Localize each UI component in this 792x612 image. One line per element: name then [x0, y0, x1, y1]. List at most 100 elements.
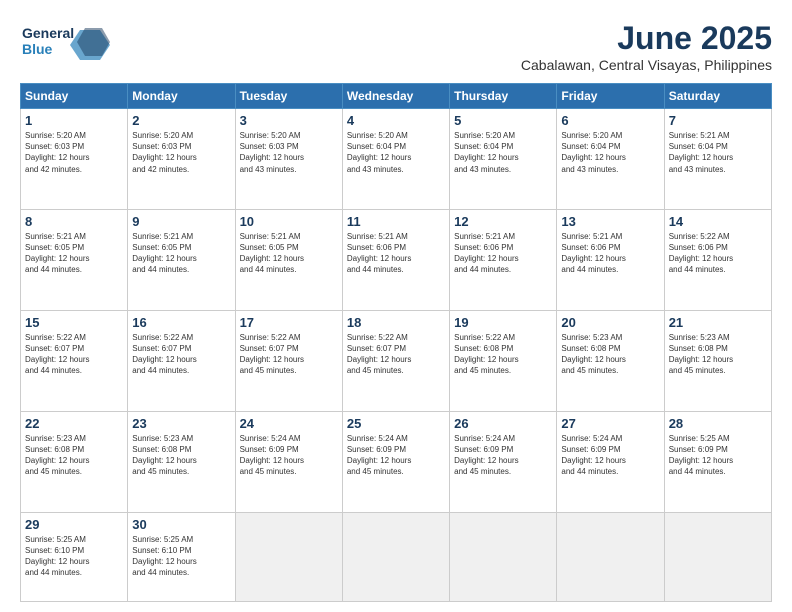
day-info: Sunrise: 5:22 AM Sunset: 6:06 PM Dayligh… — [669, 231, 767, 276]
day-number: 25 — [347, 416, 445, 431]
table-cell: 2Sunrise: 5:20 AM Sunset: 6:03 PM Daylig… — [128, 109, 235, 210]
header-thursday: Thursday — [450, 84, 557, 109]
day-number: 19 — [454, 315, 552, 330]
table-cell: 21 Sunrise: 5:23 AM Sunset: 6:08 PM Dayli… — [664, 310, 771, 411]
day-number: 24 — [240, 416, 338, 431]
table-cell: 13 Sunrise: 5:21 AM Sunset: 6:06 PM Dayli… — [557, 209, 664, 310]
day-number: 6 — [561, 113, 659, 128]
day-info: Sunrise: 5:24 AM Sunset: 6:09 PM Dayligh… — [240, 433, 338, 478]
day-number: 4 — [347, 113, 445, 128]
table-cell: 24 Sunrise: 5:24 AM Sunset: 6:09 PM Dayli… — [235, 411, 342, 512]
day-info: Sunrise: 5:21 AM Sunset: 6:06 PM Dayligh… — [454, 231, 552, 276]
table-cell: 3 Sunrise: 5:20 AM Sunset: 6:03 PM Daylig… — [235, 109, 342, 210]
table-cell: 30Sunrise: 5:25 AM Sunset: 6:10 PM Dayli… — [128, 512, 235, 601]
day-info: Sunrise: 5:21 AM Sunset: 6:05 PM Dayligh… — [25, 231, 123, 276]
table-cell — [664, 512, 771, 601]
day-number: 22 — [25, 416, 123, 431]
day-info: Sunrise: 5:25 AM Sunset: 6:10 PM Dayligh… — [132, 534, 230, 579]
day-number: 29 — [25, 517, 123, 532]
day-info: Sunrise: 5:24 AM Sunset: 6:09 PM Dayligh… — [561, 433, 659, 478]
day-number: 2 — [132, 113, 230, 128]
day-info: Sunrise: 5:21 AM Sunset: 6:06 PM Dayligh… — [347, 231, 445, 276]
table-cell: 26 Sunrise: 5:24 AM Sunset: 6:09 PM Dayli… — [450, 411, 557, 512]
day-number: 16 — [132, 315, 230, 330]
calendar-title: June 2025 — [521, 20, 772, 57]
day-info: Sunrise: 5:23 AM Sunset: 6:08 PM Dayligh… — [25, 433, 123, 478]
header-monday: Monday — [128, 84, 235, 109]
table-cell: 8 Sunrise: 5:21 AM Sunset: 6:05 PM Daylig… — [21, 209, 128, 310]
day-info: Sunrise: 5:21 AM Sunset: 6:05 PM Dayligh… — [132, 231, 230, 276]
day-info: Sunrise: 5:25 AM Sunset: 6:10 PM Dayligh… — [25, 534, 123, 579]
title-block: June 2025 Cabalawan, Central Visayas, Ph… — [521, 20, 772, 73]
table-cell: 9 Sunrise: 5:21 AM Sunset: 6:05 PM Daylig… — [128, 209, 235, 310]
table-cell: 29 Sunrise: 5:25 AM Sunset: 6:10 PM Dayli… — [21, 512, 128, 601]
day-number: 10 — [240, 214, 338, 229]
logo: General Blue — [20, 20, 110, 62]
day-info: Sunrise: 5:21 AM Sunset: 6:06 PM Dayligh… — [561, 231, 659, 276]
day-info: Sunrise: 5:23 AM Sunset: 6:08 PM Dayligh… — [132, 433, 230, 478]
calendar-table: Sunday Monday Tuesday Wednesday Thursday… — [20, 83, 772, 602]
svg-text:General: General — [22, 25, 74, 41]
day-info: Sunrise: 5:20 AM Sunset: 6:03 PM Dayligh… — [240, 130, 338, 175]
table-cell: 19 Sunrise: 5:22 AM Sunset: 6:08 PM Dayli… — [450, 310, 557, 411]
day-info: Sunrise: 5:24 AM Sunset: 6:09 PM Dayligh… — [347, 433, 445, 478]
day-number: 14 — [669, 214, 767, 229]
day-number: 20 — [561, 315, 659, 330]
header-saturday: Saturday — [664, 84, 771, 109]
day-info: Sunrise: 5:23 AM Sunset: 6:08 PM Dayligh… — [669, 332, 767, 377]
table-cell: 18 Sunrise: 5:22 AM Sunset: 6:07 PM Dayli… — [342, 310, 449, 411]
day-number: 5 — [454, 113, 552, 128]
day-info: Sunrise: 5:22 AM Sunset: 6:07 PM Dayligh… — [25, 332, 123, 377]
table-cell — [557, 512, 664, 601]
day-info: Sunrise: 5:22 AM Sunset: 6:07 PM Dayligh… — [132, 332, 230, 377]
day-number: 17 — [240, 315, 338, 330]
day-info: Sunrise: 5:24 AM Sunset: 6:09 PM Dayligh… — [454, 433, 552, 478]
header: General Blue June 2025 Cabalawan, Centra… — [20, 20, 772, 73]
day-number: 21 — [669, 315, 767, 330]
day-number: 9 — [132, 214, 230, 229]
calendar-subtitle: Cabalawan, Central Visayas, Philippines — [521, 57, 772, 73]
header-wednesday: Wednesday — [342, 84, 449, 109]
day-info: Sunrise: 5:20 AM Sunset: 6:04 PM Dayligh… — [347, 130, 445, 175]
svg-text:Blue: Blue — [22, 41, 53, 57]
table-cell — [235, 512, 342, 601]
day-info: Sunrise: 5:20 AM Sunset: 6:04 PM Dayligh… — [454, 130, 552, 175]
day-info: Sunrise: 5:21 AM Sunset: 6:05 PM Dayligh… — [240, 231, 338, 276]
header-sunday: Sunday — [21, 84, 128, 109]
day-number: 12 — [454, 214, 552, 229]
day-number: 18 — [347, 315, 445, 330]
day-info: Sunrise: 5:22 AM Sunset: 6:07 PM Dayligh… — [240, 332, 338, 377]
table-cell: 1Sunrise: 5:20 AM Sunset: 6:03 PM Daylig… — [21, 109, 128, 210]
page: General Blue June 2025 Cabalawan, Centra… — [0, 0, 792, 612]
header-friday: Friday — [557, 84, 664, 109]
table-cell — [342, 512, 449, 601]
day-info: Sunrise: 5:21 AM Sunset: 6:04 PM Dayligh… — [669, 130, 767, 175]
day-number: 23 — [132, 416, 230, 431]
table-cell: 7 Sunrise: 5:21 AM Sunset: 6:04 PM Daylig… — [664, 109, 771, 210]
table-cell: 11Sunrise: 5:21 AM Sunset: 6:06 PM Dayli… — [342, 209, 449, 310]
table-cell: 27 Sunrise: 5:24 AM Sunset: 6:09 PM Dayli… — [557, 411, 664, 512]
day-number: 28 — [669, 416, 767, 431]
day-number: 7 — [669, 113, 767, 128]
day-number: 1 — [25, 113, 123, 128]
table-cell: 12 Sunrise: 5:21 AM Sunset: 6:06 PM Dayli… — [450, 209, 557, 310]
table-cell: 17 Sunrise: 5:22 AM Sunset: 6:07 PM Dayli… — [235, 310, 342, 411]
table-cell: 10 Sunrise: 5:21 AM Sunset: 6:05 PM Dayli… — [235, 209, 342, 310]
day-info: Sunrise: 5:23 AM Sunset: 6:08 PM Dayligh… — [561, 332, 659, 377]
table-cell: 15 Sunrise: 5:22 AM Sunset: 6:07 PM Dayli… — [21, 310, 128, 411]
day-number: 13 — [561, 214, 659, 229]
table-cell — [450, 512, 557, 601]
day-number: 8 — [25, 214, 123, 229]
header-tuesday: Tuesday — [235, 84, 342, 109]
table-cell: 16 Sunrise: 5:22 AM Sunset: 6:07 PM Dayli… — [128, 310, 235, 411]
day-info: Sunrise: 5:25 AM Sunset: 6:09 PM Dayligh… — [669, 433, 767, 478]
day-number: 3 — [240, 113, 338, 128]
day-number: 26 — [454, 416, 552, 431]
day-info: Sunrise: 5:22 AM Sunset: 6:08 PM Dayligh… — [454, 332, 552, 377]
day-number: 15 — [25, 315, 123, 330]
day-number: 27 — [561, 416, 659, 431]
table-cell: 25 Sunrise: 5:24 AM Sunset: 6:09 PM Dayli… — [342, 411, 449, 512]
day-info: Sunrise: 5:22 AM Sunset: 6:07 PM Dayligh… — [347, 332, 445, 377]
table-cell: 23 Sunrise: 5:23 AM Sunset: 6:08 PM Dayli… — [128, 411, 235, 512]
header-row: Sunday Monday Tuesday Wednesday Thursday… — [21, 84, 772, 109]
